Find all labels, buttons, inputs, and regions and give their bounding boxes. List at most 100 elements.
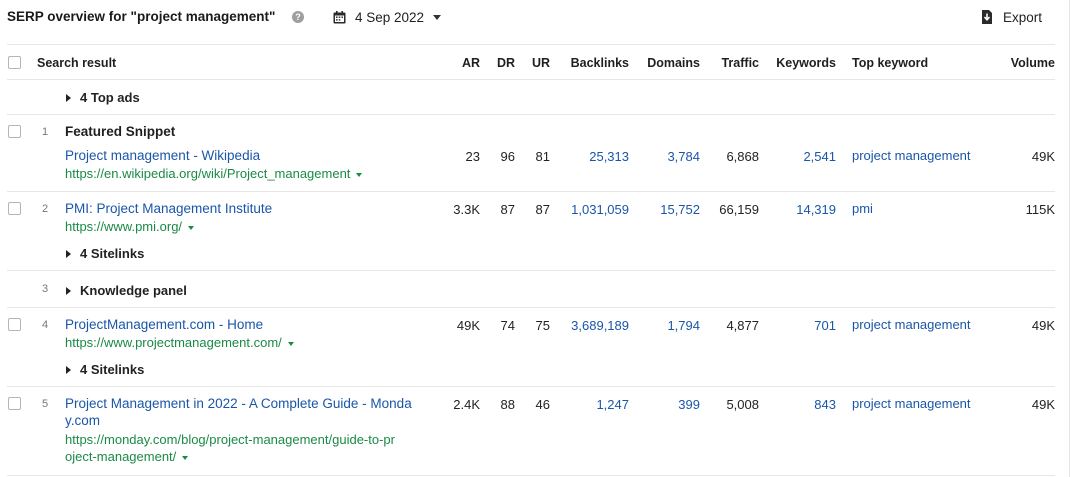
divider xyxy=(7,191,1055,192)
divider xyxy=(7,79,1055,80)
backlinks-link[interactable]: 1,031,059 xyxy=(555,202,629,217)
result-title-link[interactable]: Project Management in 2022 - A Complete … xyxy=(65,396,412,428)
page-title: SERP overview for "project management" xyxy=(7,9,276,24)
ur-value: 81 xyxy=(535,149,550,164)
chevron-down-icon[interactable] xyxy=(356,172,363,177)
column-header-backlinks[interactable]: Backlinks xyxy=(555,56,629,70)
sitelinks-label: 4 Sitelinks xyxy=(80,246,145,261)
result-url-text: https://www.pmi.org/ xyxy=(65,219,183,234)
column-header-domains[interactable]: Domains xyxy=(635,56,700,70)
column-header-ar[interactable]: AR xyxy=(440,56,480,70)
toolbar: SERP overview for "project management" ?… xyxy=(0,0,1072,36)
ar-value: 49K xyxy=(456,318,480,333)
expand-triangle-icon xyxy=(66,249,71,258)
result-url[interactable]: https://www.pmi.org/ xyxy=(65,219,195,234)
domains-link[interactable]: 399 xyxy=(635,397,700,412)
domains-link[interactable]: 1,794 xyxy=(635,318,700,333)
chevron-down-icon[interactable] xyxy=(182,455,189,460)
divider xyxy=(7,475,1055,476)
row-checkbox[interactable] xyxy=(8,318,21,331)
select-all-checkbox[interactable] xyxy=(8,56,21,69)
traffic-value: 4,877 xyxy=(726,318,759,333)
result-url-line: https://monday.com/blog/project-manageme… xyxy=(65,432,395,447)
position-number: 5 xyxy=(41,398,49,410)
divider xyxy=(7,114,1055,115)
ur-value: 75 xyxy=(535,318,550,333)
result-title-line: Project Management in 2022 - A Complete … xyxy=(65,396,412,411)
result-title-line: y.com xyxy=(65,413,101,428)
traffic-value: 5,008 xyxy=(726,397,759,412)
divider xyxy=(7,270,1055,271)
keywords-link[interactable]: 14,319 xyxy=(760,202,836,217)
top-keyword-link[interactable]: pmi xyxy=(852,201,873,216)
dr-value: 96 xyxy=(500,149,515,164)
column-header-ur[interactable]: UR xyxy=(515,56,550,70)
result-url-text: https://www.projectmanagement.com/ xyxy=(65,335,282,350)
result-url[interactable]: https://en.wikipedia.org/wiki/Project_ma… xyxy=(65,166,363,181)
backlinks-link[interactable]: 25,313 xyxy=(555,149,629,164)
result-url-text: https://en.wikipedia.org/wiki/Project_ma… xyxy=(65,166,351,181)
sitelinks-label: 4 Sitelinks xyxy=(80,362,145,377)
help-icon[interactable]: ? xyxy=(292,11,304,23)
divider xyxy=(7,307,1055,308)
volume-value: 49K xyxy=(1031,397,1055,412)
download-icon xyxy=(982,10,992,24)
result-title-link[interactable]: ProjectManagement.com - Home xyxy=(65,317,263,332)
ur-value: 87 xyxy=(535,202,550,217)
top-keyword-link[interactable]: project management xyxy=(852,148,971,163)
column-header-top-keyword[interactable]: Top keyword xyxy=(852,56,928,70)
result-url-line: oject-management/ xyxy=(65,449,177,464)
scrollbar-edge xyxy=(1069,0,1070,477)
ar-value: 3.3K xyxy=(453,202,480,217)
chevron-down-icon xyxy=(433,14,442,20)
position-number: 3 xyxy=(41,283,49,295)
knowledge-panel-toggle[interactable]: Knowledge panel xyxy=(66,283,187,298)
column-header-search-result[interactable]: Search result xyxy=(37,56,116,70)
result-url[interactable]: https://monday.com/blog/project-manageme… xyxy=(65,432,395,464)
position-number: 4 xyxy=(41,319,49,331)
calendar-icon xyxy=(333,10,346,23)
export-button[interactable]: Export xyxy=(981,8,1042,26)
row-checkbox[interactable] xyxy=(8,397,21,410)
result-title-link[interactable]: Project management - Wikipedia xyxy=(65,148,260,163)
volume-value: 49K xyxy=(1031,149,1055,164)
dr-value: 87 xyxy=(500,202,515,217)
position-number: 2 xyxy=(41,203,49,215)
ur-value: 46 xyxy=(535,397,550,412)
backlinks-link[interactable]: 3,689,189 xyxy=(555,318,629,333)
chevron-down-icon[interactable] xyxy=(188,225,195,230)
date-picker[interactable]: 4 Sep 2022 xyxy=(333,8,442,26)
column-header-traffic[interactable]: Traffic xyxy=(700,56,759,70)
top-keyword-link[interactable]: project management xyxy=(852,317,971,332)
keywords-link[interactable]: 701 xyxy=(760,318,836,333)
volume-value: 49K xyxy=(1031,318,1055,333)
domains-link[interactable]: 15,752 xyxy=(635,202,700,217)
position-number: 1 xyxy=(41,126,49,138)
knowledge-panel-label: Knowledge panel xyxy=(80,283,187,298)
row-checkbox[interactable] xyxy=(8,202,21,215)
dr-value: 88 xyxy=(500,397,515,412)
expand-triangle-icon xyxy=(66,365,71,374)
keywords-link[interactable]: 843 xyxy=(760,397,836,412)
domains-link[interactable]: 3,784 xyxy=(635,149,700,164)
sitelinks-toggle[interactable]: 4 Sitelinks xyxy=(66,362,144,377)
ar-value: 2.4K xyxy=(453,397,480,412)
result-title-link[interactable]: PMI: Project Management Institute xyxy=(65,201,272,216)
sitelinks-toggle[interactable]: 4 Sitelinks xyxy=(66,246,144,261)
divider xyxy=(7,386,1055,387)
column-header-keywords[interactable]: Keywords xyxy=(760,56,836,70)
ar-value: 23 xyxy=(465,149,480,164)
chevron-down-icon[interactable] xyxy=(287,341,294,346)
result-url[interactable]: https://www.projectmanagement.com/ xyxy=(65,335,294,350)
column-header-volume[interactable]: Volume xyxy=(990,56,1055,70)
top-ads-label: 4 Top ads xyxy=(80,90,140,105)
top-keyword-link[interactable]: project management xyxy=(852,396,971,411)
volume-value: 115K xyxy=(1025,202,1055,217)
row-checkbox[interactable] xyxy=(8,125,21,138)
keywords-link[interactable]: 2,541 xyxy=(760,149,836,164)
column-header-dr[interactable]: DR xyxy=(480,56,515,70)
top-ads-toggle[interactable]: 4 Top ads xyxy=(66,90,140,105)
backlinks-link[interactable]: 1,247 xyxy=(555,397,629,412)
dr-value: 74 xyxy=(500,318,515,333)
export-label: Export xyxy=(1003,9,1043,25)
